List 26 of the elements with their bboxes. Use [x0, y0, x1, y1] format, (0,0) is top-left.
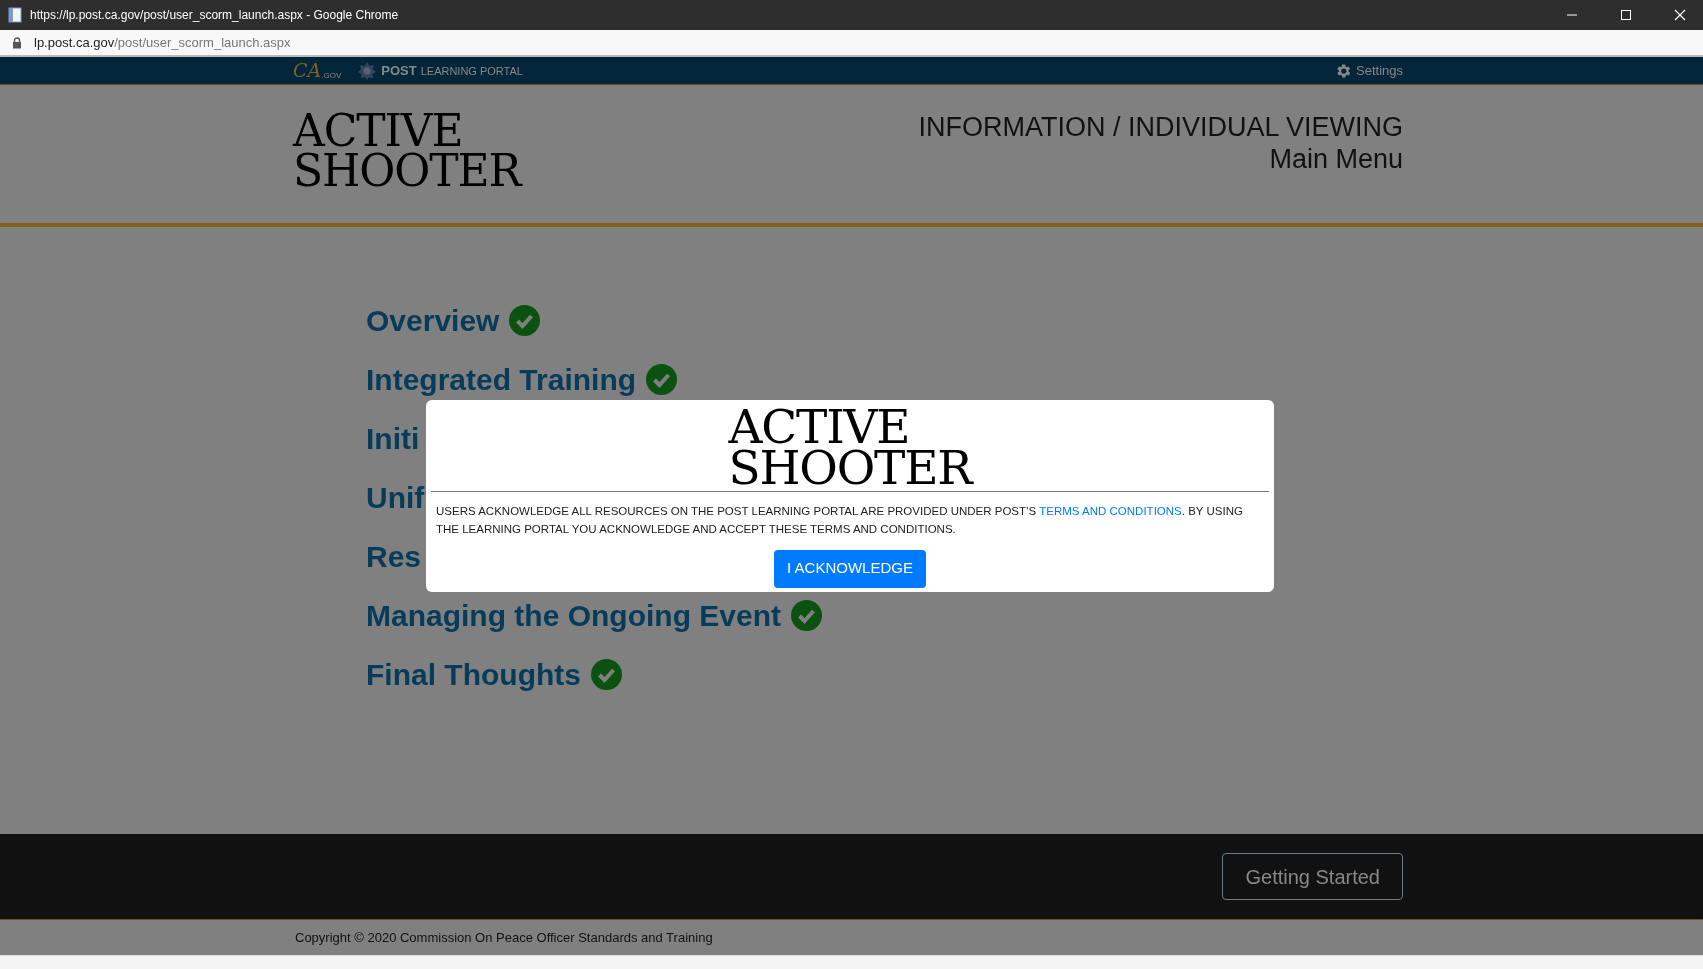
lock-icon — [12, 36, 22, 49]
getting-started-button[interactable]: Getting Started — [1222, 853, 1403, 900]
maximize-icon[interactable] — [1619, 8, 1633, 22]
menu-link[interactable]: Managing the Ongoing Event — [366, 592, 781, 638]
settings-button[interactable]: Settings — [1334, 60, 1403, 81]
page-icon — [8, 7, 22, 23]
terms-notice: USERS ACKNOWLEDGE ALL RESOURCES ON THE POST LEARNING PORTAL ARE PROVIDED UNDER POST’S TERMS AND CONDITIONS. BY USING THE LEARNING PORTAL YOU ACKNOWLEDGE AND ACCEPT THESE TERMS AND CONDITIONS. — [435, 503, 1244, 537]
copyright-text: Copyright © 2020 Commission On Peace Officer Standards and Training — [295, 928, 713, 947]
menu-link[interactable]: Integrated Training — [366, 356, 637, 402]
window-title: https://lp.post.ca.gov/post/user_scorm_launch.aspx - Google Chrome — [30, 7, 399, 24]
badge-icon — [357, 60, 378, 81]
address-field[interactable]: lp.post.ca.gov/post/user_scorm_launch.aspx — [34, 32, 291, 53]
section-title: INFORMATION / INDIVIDUAL VIEWING — [918, 111, 1403, 143]
terms-link[interactable]: TERMS AND CONDITIONS — [1039, 504, 1182, 517]
menu-link[interactable]: Final Thoughts — [366, 651, 581, 697]
acknowledge-button[interactable]: I ACKNOWLEDGE — [774, 549, 926, 588]
portal-brand: POST LEARNING PORTAL — [381, 61, 523, 80]
menu-link[interactable]: Res — [366, 533, 422, 579]
page-subtitle: Main Menu — [1268, 143, 1403, 175]
ca-gov-logo: CA.GOV — [293, 61, 342, 80]
menu-link[interactable]: Overview — [366, 297, 500, 343]
dialog-logo: ACTIVE SHOOTER — [728, 406, 972, 489]
close-icon[interactable] — [1673, 8, 1687, 22]
course-logo: ACTIVE SHOOTER — [293, 111, 521, 198]
menu-link[interactable]: Initi — [366, 415, 420, 461]
menu-link[interactable]: Unif — [366, 474, 425, 520]
